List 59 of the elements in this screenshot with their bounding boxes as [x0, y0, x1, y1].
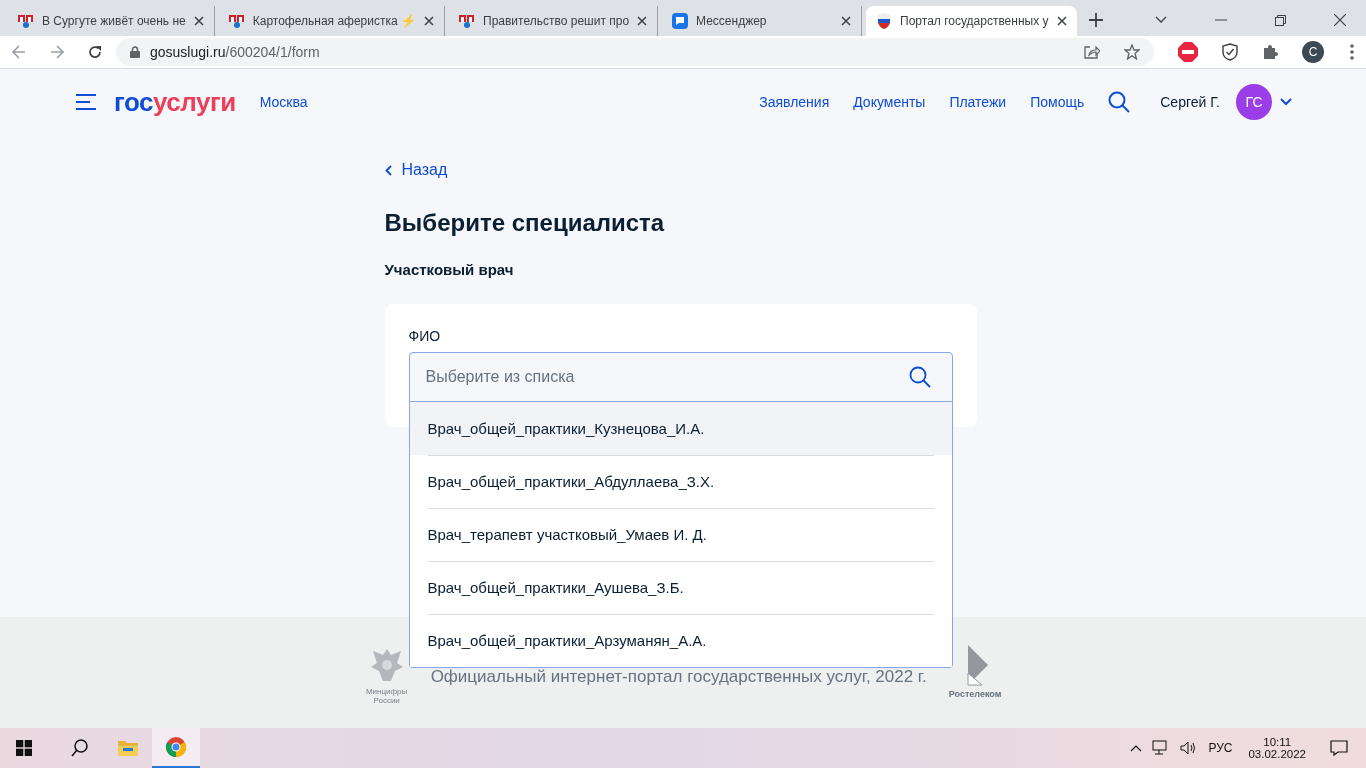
close-icon[interactable]	[193, 16, 204, 26]
dropdown-option[interactable]: Врач_общей_практики_Арзуманян_А.А.	[409, 614, 952, 667]
back-link[interactable]: Назад	[384, 161, 448, 179]
reload-icon[interactable]	[88, 45, 102, 59]
clock-time: 10:11	[1263, 736, 1292, 748]
user-avatar[interactable]: ГС	[1236, 84, 1272, 120]
language-indicator[interactable]: РУС	[1208, 741, 1233, 755]
back-arrow-icon[interactable]	[12, 45, 26, 59]
close-icon[interactable]	[637, 16, 648, 26]
user-name[interactable]: Сергей Г.	[1160, 94, 1220, 110]
newspaper-logo-icon	[459, 13, 475, 29]
clock[interactable]: 10:11 03.02.2022	[1248, 736, 1306, 760]
dropdown-option[interactable]: Врач_общей_практики_Кузнецова_И.А.	[409, 402, 952, 455]
flag-shield-icon	[876, 13, 893, 29]
clock-date: 03.02.2022	[1248, 748, 1306, 760]
close-icon[interactable]	[1056, 16, 1067, 26]
windows-start-icon[interactable]	[16, 740, 32, 756]
field-label: ФИО	[408, 328, 442, 344]
lock-icon	[130, 46, 140, 58]
shield-check-icon[interactable]	[1222, 43, 1238, 61]
search-icon[interactable]	[908, 366, 931, 388]
profile-avatar[interactable]: C	[1302, 41, 1324, 63]
section-subtitle: Участковый врач	[384, 261, 515, 278]
nav-link[interactable]: Помощь	[1030, 94, 1085, 110]
operator-label: Ростелеком	[948, 689, 1002, 699]
address-bar[interactable]: gosuslugi.ru/600204/1/form	[116, 38, 1154, 66]
chevron-down-icon[interactable]	[1155, 16, 1167, 24]
forward-arrow-icon[interactable]	[50, 45, 64, 59]
chevron-left-icon	[384, 164, 392, 176]
share-icon[interactable]	[1084, 45, 1100, 59]
newspaper-logo-icon	[18, 13, 34, 29]
puzzle-icon[interactable]	[1262, 44, 1278, 60]
new-tab-icon[interactable]	[1088, 13, 1103, 27]
stop-sign-extension-icon[interactable]	[1178, 42, 1198, 62]
url-text: gosuslugi.ru/600204/1/form	[150, 44, 320, 60]
ministry-label: Минцифры России	[364, 687, 409, 705]
chevron-down-icon[interactable]	[1280, 98, 1292, 106]
page-title: Выберите специалиста	[384, 209, 666, 237]
browser-tab[interactable]: Портал государственных у	[866, 6, 1077, 36]
close-icon[interactable]	[1334, 14, 1346, 26]
chevron-up-icon[interactable]	[1130, 744, 1143, 752]
menu-icon[interactable]	[76, 94, 96, 110]
close-icon[interactable]	[424, 16, 434, 26]
search-icon[interactable]	[1108, 91, 1131, 113]
star-icon[interactable]	[1124, 44, 1140, 60]
nav-link[interactable]: Документы	[853, 94, 926, 110]
nav-link[interactable]: Платежи	[949, 94, 1007, 110]
notification-icon[interactable]	[1330, 740, 1348, 756]
chat-icon	[672, 13, 689, 29]
close-icon[interactable]	[841, 16, 852, 26]
restore-icon[interactable]	[1275, 14, 1286, 26]
site-logo[interactable]: госуслуги	[114, 86, 236, 118]
nav-link[interactable]: Заявления	[759, 94, 830, 110]
chrome-icon[interactable]	[152, 728, 200, 768]
search-field[interactable]: Выберите из списка	[408, 352, 953, 402]
more-icon[interactable]	[1350, 44, 1354, 60]
newspaper-logo-icon	[228, 13, 245, 29]
region-link[interactable]: Москва	[259, 94, 308, 110]
footer-text: Официальный интернет-портал государственных услуг, 2022 г.	[430, 667, 927, 687]
